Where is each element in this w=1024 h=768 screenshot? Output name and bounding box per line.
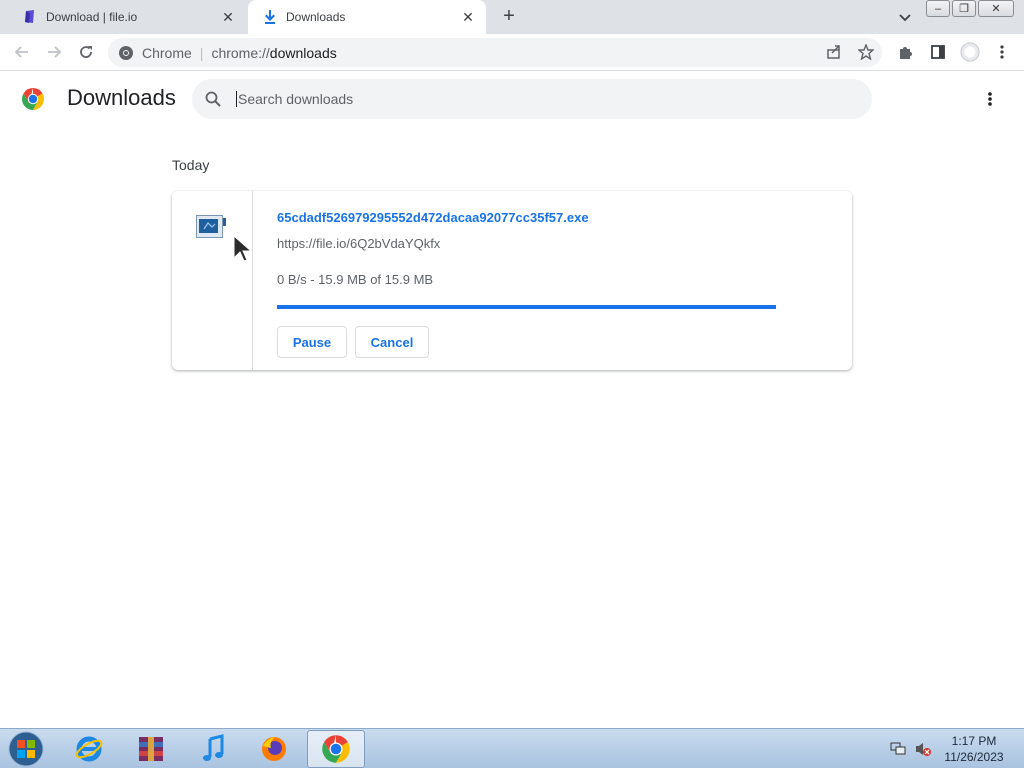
bookmark-star-icon[interactable]	[856, 42, 876, 62]
url-host: downloads	[269, 44, 337, 61]
internet-explorer-icon[interactable]	[60, 730, 118, 768]
cancel-button[interactable]: Cancel	[355, 326, 429, 358]
extensions-puzzle-icon[interactable]	[896, 42, 916, 62]
network-tray-icon[interactable]	[890, 729, 908, 768]
browser-toolbar: Chrome | chrome://downloads	[0, 34, 1024, 71]
share-icon[interactable]	[824, 42, 844, 62]
search-icon	[204, 90, 222, 108]
origin-chip: Chrome	[142, 44, 192, 61]
progress-fill	[277, 305, 776, 309]
page-title: Downloads	[67, 85, 176, 110]
date-heading: Today	[172, 157, 210, 173]
tab-strip: Download | file.io ✕ Downloads ✕ + – ❐ ✕	[0, 0, 1024, 34]
minimize-button[interactable]: –	[926, 0, 950, 17]
chrome-logo-icon	[21, 87, 45, 111]
download-icon	[262, 9, 278, 25]
tab-title: Download | file.io	[46, 10, 138, 24]
omnibox-separator: |	[199, 44, 204, 61]
download-source-url[interactable]: https://file.io/6Q2bVdaYQkfx	[277, 236, 440, 251]
back-arrow-icon[interactable]	[12, 42, 32, 62]
itunes-icon[interactable]	[184, 730, 242, 768]
start-orb-icon[interactable]	[4, 730, 48, 768]
side-panel-icon[interactable]	[928, 42, 948, 62]
restore-button[interactable]: ❐	[952, 0, 976, 17]
pause-button[interactable]: Pause	[277, 326, 347, 358]
new-tab-button[interactable]: +	[498, 5, 520, 27]
file-icon-column	[172, 191, 253, 370]
address-bar[interactable]: Chrome | chrome://downloads	[108, 38, 882, 67]
download-status: 0 B/s - 15.9 MB of 15.9 MB	[277, 272, 434, 287]
firefox-icon[interactable]	[245, 730, 303, 768]
exe-file-icon	[196, 215, 228, 239]
system-clock[interactable]: 1:17 PM 11/26/2023	[938, 733, 1010, 765]
downloads-header: Downloads	[0, 71, 1024, 127]
close-tab-icon[interactable]: ✕	[460, 9, 476, 25]
chrome-menu-icon[interactable]	[992, 42, 1012, 62]
chrome-site-icon	[118, 45, 134, 61]
mouse-cursor-icon	[232, 234, 256, 264]
download-item: 65cdadf526979295552d472dacaa92077cc35f57…	[172, 191, 852, 370]
window-controls: – ❐ ✕	[926, 0, 1014, 18]
download-filename-link[interactable]: 65cdadf526979295552d472dacaa92077cc35f57…	[277, 210, 589, 225]
fileio-icon	[22, 9, 38, 25]
tab-search-icon[interactable]	[896, 8, 914, 26]
profile-avatar-icon[interactable]	[960, 42, 980, 62]
url-scheme: chrome://	[211, 44, 270, 61]
tab-fileio[interactable]: Download | file.io ✕	[8, 0, 246, 34]
search-box[interactable]	[192, 79, 872, 119]
close-window-button[interactable]: ✕	[978, 0, 1014, 17]
winrar-icon[interactable]	[122, 730, 180, 768]
tab-title: Downloads	[286, 10, 346, 24]
download-progress-bar	[277, 305, 776, 309]
reload-icon[interactable]	[76, 42, 96, 62]
chrome-taskbar-icon[interactable]	[307, 730, 365, 768]
tab-downloads[interactable]: Downloads ✕	[248, 0, 486, 34]
more-actions-icon[interactable]	[980, 89, 1000, 109]
clock-time: 1:17 PM	[951, 734, 997, 748]
taskbar: 1:17 PM 11/26/2023	[0, 728, 1024, 768]
volume-muted-icon[interactable]	[914, 729, 932, 768]
forward-arrow-icon[interactable]	[44, 42, 64, 62]
search-input[interactable]	[236, 91, 836, 107]
close-tab-icon[interactable]: ✕	[220, 9, 236, 25]
clock-date: 11/26/2023	[944, 750, 1004, 764]
